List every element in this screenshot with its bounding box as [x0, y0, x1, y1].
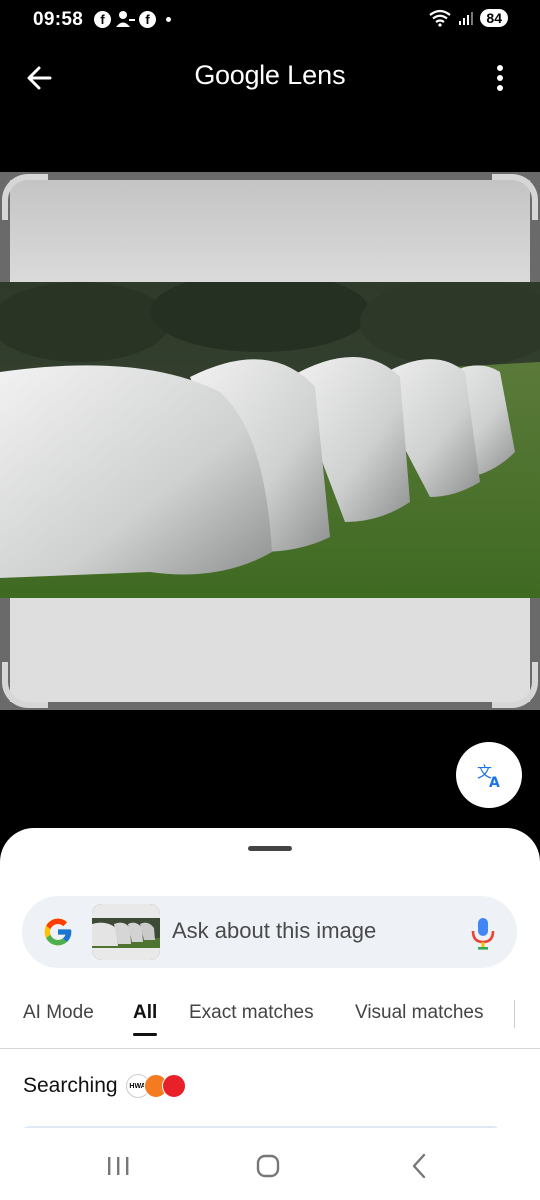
tab-more-partial[interactable]	[534, 1002, 540, 1022]
facebook-icon: f	[139, 10, 156, 28]
translate-icon: 文 A	[477, 763, 500, 789]
image-top-band	[10, 180, 530, 288]
recent-apps-icon[interactable]	[102, 1150, 134, 1182]
title-lens: Lens	[287, 60, 346, 90]
title-google: Google	[194, 60, 280, 90]
system-icons: 84	[428, 9, 508, 27]
drag-handle[interactable]	[248, 846, 292, 851]
tab-visual-matches[interactable]: Visual matches	[355, 1002, 484, 1024]
status-time: 09:58	[33, 9, 84, 30]
person-add-icon	[116, 11, 135, 27]
tab-divider	[514, 1000, 515, 1028]
system-nav-bar	[0, 1128, 540, 1200]
searched-image	[0, 282, 540, 598]
searching-label: Searching	[23, 1074, 118, 1097]
battery-level: 84	[480, 9, 508, 27]
facebook-icon: f	[94, 10, 111, 28]
more-notifications-icon	[166, 16, 171, 22]
more-options-icon[interactable]	[488, 62, 512, 94]
tab-all[interactable]: All	[133, 1002, 158, 1036]
image-thumbnail[interactable]	[92, 904, 160, 960]
svg-text:A: A	[489, 775, 500, 789]
source-favicons: HWA	[125, 1074, 186, 1098]
crop-handle-top-right[interactable]	[492, 174, 538, 220]
search-bar[interactable]	[22, 896, 517, 968]
google-logo-icon	[44, 918, 72, 946]
home-icon[interactable]	[252, 1150, 284, 1182]
microphone-icon[interactable]	[470, 916, 496, 950]
notification-icons: f f	[94, 10, 171, 28]
result-tabs: AI Mode All Exact matches Visual matches	[0, 996, 540, 1049]
signal-icon	[459, 12, 474, 25]
page-title: Google Lens	[0, 60, 540, 91]
searching-status: Searching HWA	[23, 1074, 186, 1098]
app-header: Google Lens	[0, 40, 540, 116]
wifi-icon	[429, 9, 452, 27]
crop-handle-top-left[interactable]	[2, 174, 48, 220]
back-nav-icon[interactable]	[404, 1150, 436, 1182]
crop-handle-bottom-right[interactable]	[492, 662, 538, 708]
tab-exact-matches[interactable]: Exact matches	[189, 1002, 314, 1024]
translate-button[interactable]: 文 A	[456, 742, 522, 808]
lens-image-viewer[interactable]	[0, 172, 540, 710]
ask-about-image-input[interactable]	[172, 918, 462, 944]
image-bottom-band	[10, 598, 530, 702]
tab-ai-mode[interactable]: AI Mode	[23, 1002, 94, 1024]
crop-handle-bottom-left[interactable]	[2, 662, 48, 708]
red-favicon	[161, 1074, 186, 1098]
status-bar: 09:58 f f 84	[0, 0, 540, 40]
